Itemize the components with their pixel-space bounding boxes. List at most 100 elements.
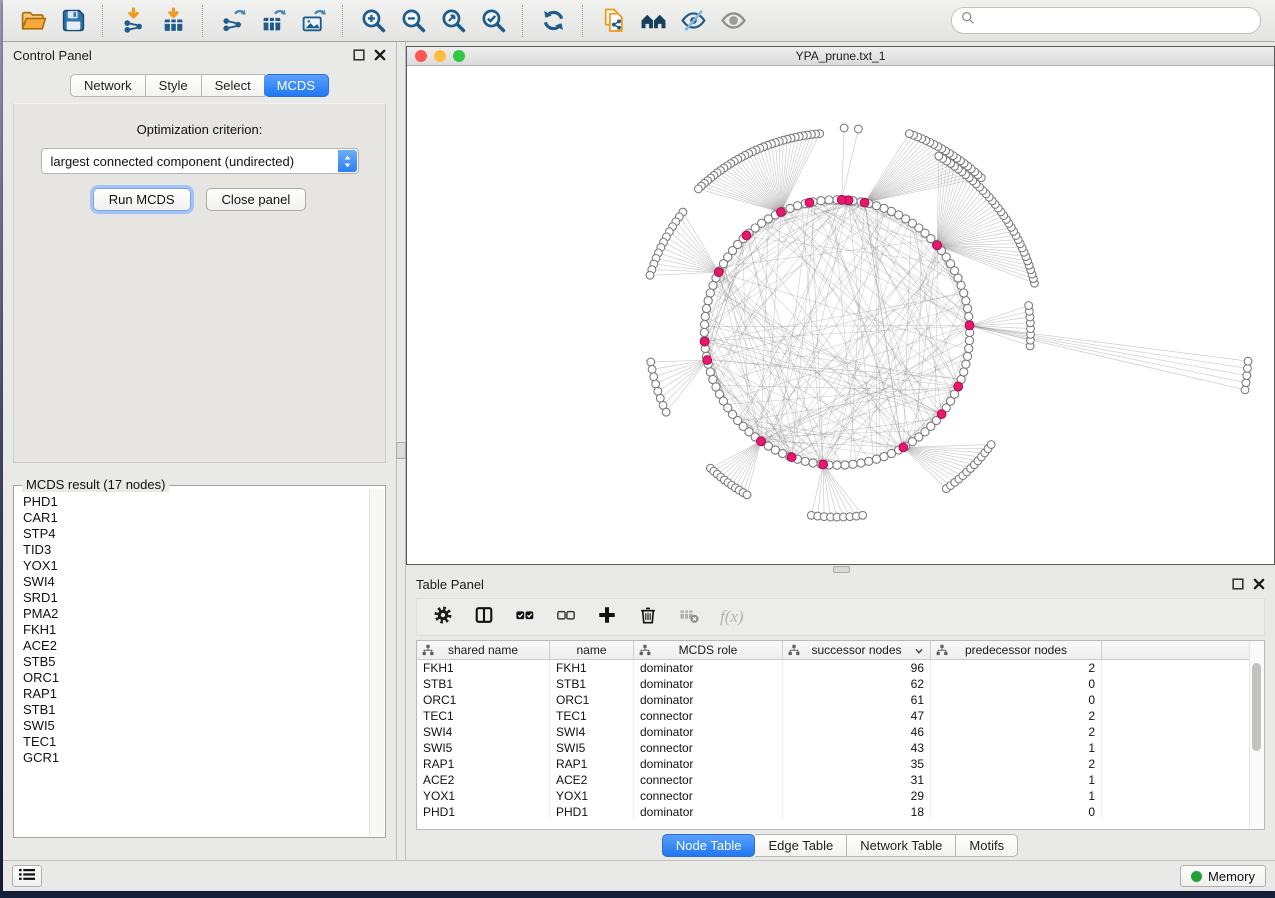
cell-mcds-role[interactable]: connector	[634, 788, 783, 804]
table-row[interactable]: ACE2ACE2connector311	[417, 772, 1250, 788]
cell-predecessor-nodes[interactable]: 2	[931, 708, 1102, 724]
cell-shared-name[interactable]: ACE2	[417, 772, 550, 788]
tab-style[interactable]: Style	[146, 74, 202, 97]
splitter-grip-h[interactable]	[833, 566, 850, 573]
import-table-button[interactable]	[153, 4, 193, 38]
cell-name[interactable]: SWI5	[550, 740, 634, 756]
cell-shared-name[interactable]: FKH1	[417, 660, 550, 677]
column-header-successor-nodes[interactable]: successor nodes	[783, 641, 931, 660]
mcds-result-item[interactable]: STB5	[23, 654, 370, 670]
table-panel-float-button[interactable]	[1232, 578, 1244, 590]
cell-predecessor-nodes[interactable]: 0	[931, 676, 1102, 692]
cell-successor-nodes[interactable]: 29	[783, 788, 931, 804]
function-builder-button[interactable]: f(x)	[720, 607, 744, 627]
export-table-button[interactable]	[253, 4, 293, 38]
cell-mcds-role[interactable]: dominator	[634, 692, 783, 708]
clone-network-button[interactable]	[593, 4, 633, 38]
task-history-button[interactable]	[12, 865, 42, 887]
optimization-criterion-select[interactable]: largest connected component (undirected)	[41, 148, 359, 174]
export-network-button[interactable]	[213, 4, 253, 38]
cell-name[interactable]: TEC1	[550, 708, 634, 724]
tab-network[interactable]: Network	[70, 74, 146, 97]
zoom-selected-button[interactable]	[473, 4, 513, 38]
cell-mcds-role[interactable]: dominator	[634, 756, 783, 772]
mcds-result-scrollbar[interactable]	[369, 489, 384, 836]
column-header-shared-name[interactable]: shared name	[417, 641, 550, 660]
mcds-result-item[interactable]: GCR1	[23, 750, 370, 766]
table-panel-close-button[interactable]	[1253, 578, 1265, 590]
mcds-result-item[interactable]: SWI5	[23, 718, 370, 734]
cell-successor-nodes[interactable]: 18	[783, 804, 931, 820]
cell-name[interactable]: SWI4	[550, 724, 634, 740]
mcds-result-item[interactable]: ORC1	[23, 670, 370, 686]
cell-successor-nodes[interactable]: 31	[783, 772, 931, 788]
cell-successor-nodes[interactable]: 47	[783, 708, 931, 724]
vertical-splitter[interactable]	[396, 42, 406, 860]
save-session-button[interactable]	[53, 4, 93, 38]
table-row[interactable]: PHD1PHD1dominator180	[417, 804, 1250, 820]
network-svg[interactable]	[407, 66, 1274, 564]
control-panel-close-button[interactable]	[374, 49, 386, 61]
table-row[interactable]: SWI4SWI4dominator462	[417, 724, 1250, 740]
memory-button[interactable]: Memory	[1180, 865, 1266, 887]
cell-predecessor-nodes[interactable]: 1	[931, 772, 1102, 788]
select-all-button[interactable]	[515, 605, 535, 630]
cell-name[interactable]: YOX1	[550, 788, 634, 804]
search-box[interactable]	[951, 7, 1261, 34]
column-header-name[interactable]: name	[550, 641, 634, 660]
zoom-out-button[interactable]	[393, 4, 433, 38]
mcds-result-item[interactable]: SRD1	[23, 590, 370, 606]
mcds-result-item[interactable]: TID3	[23, 542, 370, 558]
table-row[interactable]: STB1STB1dominator620	[417, 676, 1250, 692]
mcds-result-item[interactable]: STP4	[23, 526, 370, 542]
cell-shared-name[interactable]: SWI4	[417, 724, 550, 740]
cell-predecessor-nodes[interactable]: 2	[931, 660, 1102, 677]
zoom-fit-button[interactable]	[433, 4, 473, 38]
table-settings-button[interactable]	[433, 605, 453, 630]
cell-mcds-role[interactable]: connector	[634, 740, 783, 756]
cell-shared-name[interactable]: ORC1	[417, 692, 550, 708]
cell-predecessor-nodes[interactable]: 2	[931, 756, 1102, 772]
cell-predecessor-nodes[interactable]: 1	[931, 740, 1102, 756]
cell-successor-nodes[interactable]: 43	[783, 740, 931, 756]
cell-shared-name[interactable]: SWI5	[417, 740, 550, 756]
mcds-result-item[interactable]: PHD1	[23, 494, 370, 510]
cell-shared-name[interactable]: RAP1	[417, 756, 550, 772]
delete-entry-button[interactable]	[638, 605, 658, 630]
table-row[interactable]: SWI5SWI5connector431	[417, 740, 1250, 756]
cell-shared-name[interactable]: PHD1	[417, 804, 550, 820]
cell-shared-name[interactable]: YOX1	[417, 788, 550, 804]
cell-name[interactable]: ACE2	[550, 772, 634, 788]
delete-table-button[interactable]	[679, 605, 699, 630]
column-header-mcds-role[interactable]: MCDS role	[634, 641, 783, 660]
mcds-result-item[interactable]: TEC1	[23, 734, 370, 750]
mcds-result-item[interactable]: FKH1	[23, 622, 370, 638]
show-all-button[interactable]	[713, 4, 753, 38]
column-header-predecessor-nodes[interactable]: predecessor nodes	[931, 641, 1102, 660]
add-entry-button[interactable]	[597, 605, 617, 630]
mcds-result-item[interactable]: SWI4	[23, 574, 370, 590]
table-scrollbar-thumb[interactable]	[1252, 663, 1261, 751]
cell-mcds-role[interactable]: dominator	[634, 804, 783, 820]
cell-name[interactable]: STB1	[550, 676, 634, 692]
deselect-all-button[interactable]	[556, 605, 576, 630]
horizontal-splitter[interactable]	[406, 565, 1275, 572]
cell-predecessor-nodes[interactable]: 2	[931, 724, 1102, 740]
table-row[interactable]: ORC1ORC1dominator610	[417, 692, 1250, 708]
table-row[interactable]: RAP1RAP1dominator352	[417, 756, 1250, 772]
mcds-result-item[interactable]: STB1	[23, 702, 370, 718]
table-row[interactable]: TEC1TEC1connector472	[417, 708, 1250, 724]
mcds-result-item[interactable]: RAP1	[23, 686, 370, 702]
cell-name[interactable]: ORC1	[550, 692, 634, 708]
cell-name[interactable]: FKH1	[550, 660, 634, 677]
tab-node-table[interactable]: Node Table	[662, 834, 756, 857]
cell-mcds-role[interactable]: connector	[634, 708, 783, 724]
cell-mcds-role[interactable]: connector	[634, 772, 783, 788]
import-network-button[interactable]	[113, 4, 153, 38]
control-panel-float-button[interactable]	[353, 49, 365, 61]
cell-predecessor-nodes[interactable]: 0	[931, 804, 1102, 820]
mcds-result-item[interactable]: PMA2	[23, 606, 370, 622]
mcds-result-item[interactable]: CAR1	[23, 510, 370, 526]
tab-mcds[interactable]: MCDS	[264, 74, 329, 97]
cell-predecessor-nodes[interactable]: 1	[931, 788, 1102, 804]
